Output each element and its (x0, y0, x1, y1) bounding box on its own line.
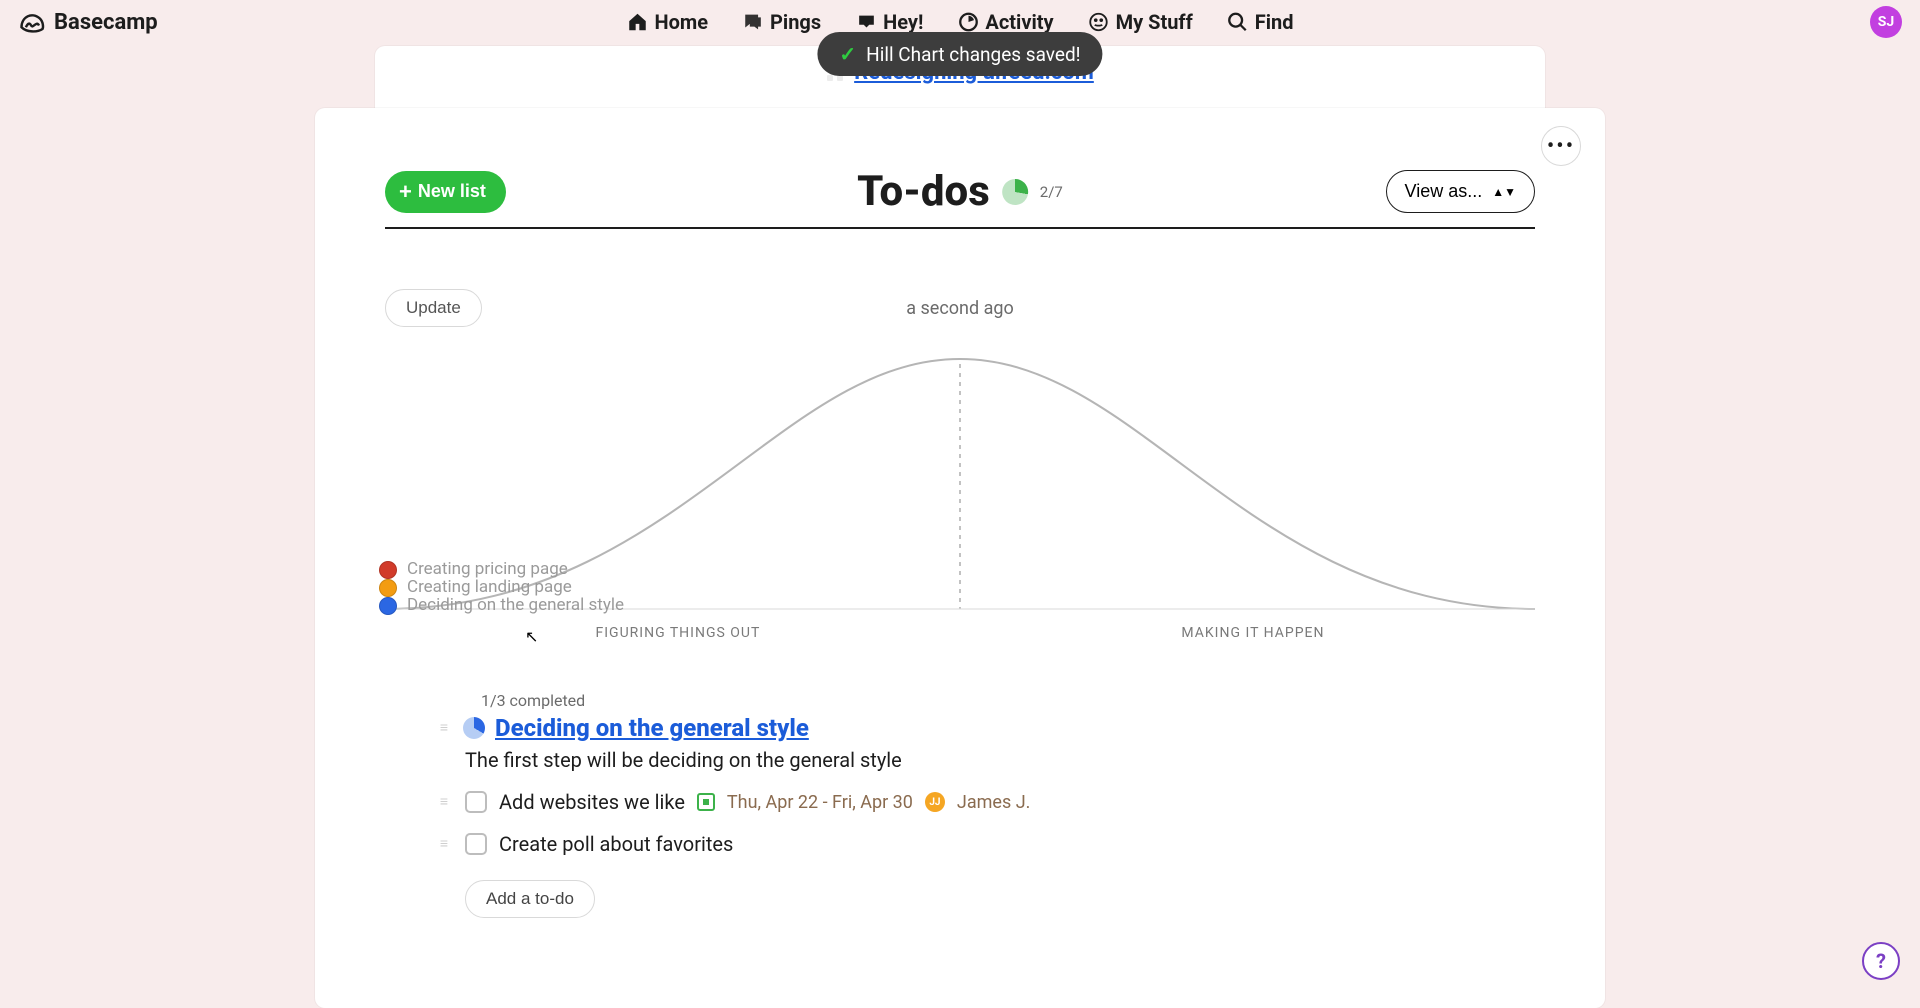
list-description: The first step will be deciding on the g… (465, 748, 1535, 772)
page-title-group: To-dos 2/7 (857, 167, 1063, 216)
todo-row: ≡ Create poll about favorites (435, 832, 1535, 856)
completed-count: 1/3 completed (481, 691, 1535, 710)
todos-card: ••• + New list To-dos 2/7 View as... ▲▼ … (315, 108, 1605, 1008)
view-as-button[interactable]: View as... ▲▼ (1386, 170, 1535, 213)
nav-hey[interactable]: Hey! (855, 10, 923, 34)
hill-chart[interactable]: Creating pricing page Creating landing p… (385, 339, 1535, 619)
brand-text: Basecamp (54, 10, 158, 35)
home-icon (626, 11, 648, 33)
hill-dot-label: Creating landing page (407, 577, 572, 597)
hill-dot[interactable] (379, 597, 397, 615)
hill-chart-meta: Update a second ago (385, 289, 1535, 327)
todo-checkbox[interactable] (465, 791, 487, 813)
calendar-icon (697, 793, 715, 811)
hill-chart-timestamp: a second ago (906, 298, 1014, 319)
toast-message: Hill Chart changes saved! (866, 43, 1080, 66)
nav-mystuff[interactable]: My Stuff (1088, 10, 1193, 34)
chat-icon (742, 11, 764, 33)
assignee-avatar[interactable]: JJ (925, 792, 945, 812)
todo-text[interactable]: Create poll about favorites (499, 832, 733, 856)
hill-right-label: MAKING IT HAPPEN (1181, 625, 1324, 641)
todos-header: + New list To-dos 2/7 View as... ▲▼ (385, 148, 1535, 229)
hill-dot-label: Deciding on the general style (407, 595, 624, 615)
nav-pings[interactable]: Pings (742, 10, 821, 34)
new-list-button[interactable]: + New list (385, 171, 506, 213)
nav-activity[interactable]: Activity (957, 10, 1053, 34)
clock-icon (957, 11, 979, 33)
list-title-link[interactable]: Deciding on the general style (495, 714, 809, 742)
toast-notification: ✓ Hill Chart changes saved! (817, 32, 1102, 76)
list-title-row: ≡ Deciding on the general style (435, 714, 1535, 742)
brand[interactable]: Basecamp (18, 8, 158, 36)
hill-axis-labels: FIGURING THINGS OUT MAKING IT HAPPEN (385, 625, 1535, 641)
list-progress-pie-icon (463, 717, 485, 739)
sort-icon: ▲▼ (1492, 185, 1516, 199)
user-avatar[interactable]: SJ (1870, 6, 1902, 38)
search-icon (1227, 11, 1249, 33)
hill-dot[interactable] (379, 579, 397, 597)
help-button[interactable]: ? (1862, 942, 1900, 980)
todo-checkbox[interactable] (465, 833, 487, 855)
main-nav: Home Pings Hey! Activity My Stuff Find (626, 10, 1293, 34)
drag-handle-icon[interactable]: ≡ (435, 724, 453, 732)
nav-find[interactable]: Find (1227, 10, 1294, 34)
hill-left-label: FIGURING THINGS OUT (596, 625, 761, 641)
todo-text[interactable]: Add websites we like (499, 790, 685, 814)
basecamp-logo-icon (18, 8, 46, 36)
smile-icon (1088, 11, 1110, 33)
todo-date: Thu, Apr 22 - Fri, Apr 30 (727, 792, 913, 813)
todo-row: ≡ Add websites we like Thu, Apr 22 - Fri… (435, 790, 1535, 814)
drag-handle-icon[interactable]: ≡ (435, 840, 453, 848)
hill-dot[interactable] (379, 561, 397, 579)
drag-handle-icon[interactable]: ≡ (435, 798, 453, 806)
plus-icon: + (399, 181, 412, 203)
more-menu-button[interactable]: ••• (1541, 126, 1581, 166)
todos-counter: 2/7 (1040, 183, 1063, 201)
assignee-name: James J. (957, 792, 1031, 813)
check-icon: ✓ (839, 42, 856, 66)
todo-list-section: 1/3 completed ≡ Deciding on the general … (435, 691, 1535, 918)
inbox-icon (855, 11, 877, 33)
hill-dot-label: Creating pricing page (407, 559, 568, 579)
nav-home[interactable]: Home (626, 10, 708, 34)
cursor-icon: ↖ (525, 627, 538, 646)
page-title: To-dos (857, 167, 990, 216)
update-button[interactable]: Update (385, 289, 482, 327)
progress-pie-icon (1002, 179, 1028, 205)
add-todo-button[interactable]: Add a to-do (465, 880, 595, 918)
